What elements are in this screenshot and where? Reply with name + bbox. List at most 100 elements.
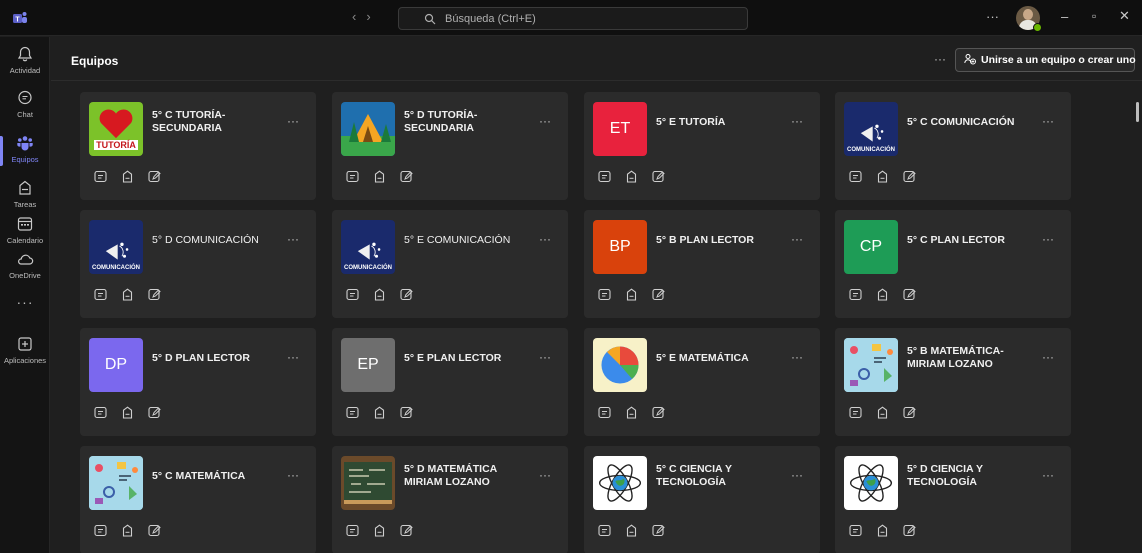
rail-item-apps[interactable]: Aplicaciones [0,329,50,375]
join-or-create-team-button[interactable]: Unirse a un equipo o crear uno [955,48,1136,72]
posts-icon[interactable] [598,288,611,301]
edit-icon[interactable] [400,406,413,419]
posts-icon[interactable] [598,170,611,183]
rail-item-chat[interactable]: Chat [0,83,50,129]
assignments-icon[interactable] [625,524,638,537]
team-card[interactable]: 5° E MATEMÁTICA ··· [584,328,820,436]
team-card[interactable]: 5° C CIENCIA Y TECNOLOGÍA ··· [584,446,820,553]
posts-icon[interactable] [849,170,862,183]
header-more-button[interactable]: ··· [934,52,946,66]
assignments-icon[interactable] [876,406,889,419]
assignments-icon[interactable] [121,288,134,301]
team-more-button[interactable]: ··· [791,350,803,364]
team-avatar-heart: TUTORÍA [89,102,143,156]
team-card[interactable]: 5° D MATEMÁTICA MIRIAM LOZANO ··· [332,446,568,553]
team-more-button[interactable]: ··· [791,232,803,246]
posts-icon[interactable] [598,524,611,537]
assignments-icon[interactable] [373,524,386,537]
team-card[interactable]: EP 5° E PLAN LECTOR ··· [332,328,568,436]
team-more-button[interactable]: ··· [1042,350,1054,364]
assignments-icon[interactable] [625,288,638,301]
edit-icon[interactable] [652,406,665,419]
team-card[interactable]: CP 5° C PLAN LECTOR ··· [835,210,1071,318]
team-card[interactable]: COMUNICACIÓN 5° E COMUNICACIÓN ··· [332,210,568,318]
team-card[interactable]: TUTORÍA 5° C TUTORÍA-SECUNDARIA ··· [80,92,316,200]
edit-icon[interactable] [148,170,161,183]
posts-icon[interactable] [94,524,107,537]
edit-icon[interactable] [652,524,665,537]
edit-icon[interactable] [400,524,413,537]
forward-button[interactable]: › [366,9,380,24]
team-more-button[interactable]: ··· [791,468,803,482]
rail-item-teams[interactable]: Equipos [0,128,50,174]
team-card[interactable]: COMUNICACIÓN 5° C COMUNICACIÓN ··· [835,92,1071,200]
edit-icon[interactable] [148,288,161,301]
team-more-button[interactable]: ··· [287,350,299,364]
edit-icon[interactable] [652,170,665,183]
posts-icon[interactable] [346,406,359,419]
team-more-button[interactable]: ··· [1042,232,1054,246]
team-card[interactable]: ET 5° E TUTORÍA ··· [584,92,820,200]
rail-item-onedrive[interactable]: OneDrive [0,244,50,290]
posts-icon[interactable] [94,288,107,301]
edit-icon[interactable] [148,406,161,419]
minimize-button[interactable]: – [1061,9,1068,24]
team-more-button[interactable]: ··· [287,114,299,128]
assignments-icon[interactable] [121,170,134,183]
team-more-button[interactable]: ··· [287,232,299,246]
team-more-button[interactable]: ··· [1042,468,1054,482]
posts-icon[interactable] [346,170,359,183]
team-avatar-comunicacion: COMUNICACIÓN [89,220,143,274]
rail-item-activity[interactable]: Actividad [0,39,50,85]
edit-icon[interactable] [400,288,413,301]
team-more-button[interactable]: ··· [539,350,551,364]
team-card[interactable]: COMUNICACIÓN 5° D COMUNICACIÓN ··· [80,210,316,318]
assignments-icon[interactable] [121,524,134,537]
more-options-button[interactable]: ··· [986,9,999,24]
edit-icon[interactable] [148,524,161,537]
team-more-button[interactable]: ··· [539,468,551,482]
team-name: 5° E TUTORÍA [656,116,726,128]
team-card[interactable]: DP 5° D PLAN LECTOR ··· [80,328,316,436]
team-more-button[interactable]: ··· [539,232,551,246]
posts-icon[interactable] [849,288,862,301]
team-more-button[interactable]: ··· [287,468,299,482]
assignments-icon[interactable] [373,406,386,419]
team-more-button[interactable]: ··· [791,114,803,128]
edit-icon[interactable] [903,288,916,301]
team-avatar: BP [593,220,647,274]
more-apps-button[interactable]: ··· [0,294,50,310]
scrollbar[interactable] [1136,102,1139,122]
back-button[interactable]: ‹ [352,9,366,24]
team-more-button[interactable]: ··· [539,114,551,128]
assignments-icon[interactable] [876,524,889,537]
edit-icon[interactable] [652,288,665,301]
assignments-icon[interactable] [876,288,889,301]
close-button[interactable]: ✕ [1119,8,1130,24]
posts-icon[interactable] [94,406,107,419]
maximize-button[interactable]: ▫ [1092,9,1096,23]
assignments-icon[interactable] [625,406,638,419]
edit-icon[interactable] [400,170,413,183]
posts-icon[interactable] [849,406,862,419]
assignments-icon[interactable] [876,170,889,183]
posts-icon[interactable] [598,406,611,419]
team-card[interactable]: 5° C MATEMÁTICA ··· [80,446,316,553]
edit-icon[interactable] [903,524,916,537]
team-card[interactable]: 5° D CIENCIA Y TECNOLOGÍA ··· [835,446,1071,553]
posts-icon[interactable] [346,524,359,537]
search-input[interactable]: Búsqueda (Ctrl+E) [398,7,748,30]
team-card[interactable]: 5° B MATEMÁTICA-MIRIAM LOZANO ··· [835,328,1071,436]
assignments-icon[interactable] [373,170,386,183]
assignments-icon[interactable] [373,288,386,301]
assignments-icon[interactable] [625,170,638,183]
posts-icon[interactable] [346,288,359,301]
team-card[interactable]: 5° D TUTORÍA-SECUNDARIA ··· [332,92,568,200]
edit-icon[interactable] [903,170,916,183]
posts-icon[interactable] [94,170,107,183]
team-card[interactable]: BP 5° B PLAN LECTOR ··· [584,210,820,318]
edit-icon[interactable] [903,406,916,419]
team-more-button[interactable]: ··· [1042,114,1054,128]
posts-icon[interactable] [849,524,862,537]
assignments-icon[interactable] [121,406,134,419]
